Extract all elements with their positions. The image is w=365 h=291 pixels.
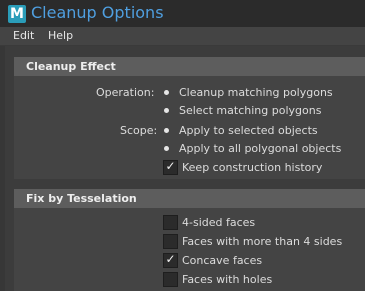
radio-dot-icon [164, 108, 169, 113]
app-icon-letter: M [10, 6, 24, 22]
menu-edit[interactable]: Edit [13, 29, 34, 42]
faces-more-than-4-label: Faces with more than 4 sides [182, 235, 343, 248]
operation-label: Operation: [96, 86, 155, 99]
keep-history-label: Keep construction history [182, 161, 323, 174]
radio-apply-all[interactable] [161, 143, 172, 154]
checkmark-icon: ✓ [165, 252, 176, 266]
faces-more-than-4-checkbox[interactable] [163, 234, 178, 249]
menu-bar: Edit Help [0, 27, 365, 46]
radio-cleanup-matching[interactable] [161, 87, 172, 98]
faces-with-holes-checkbox[interactable] [163, 272, 178, 287]
option-cleanup-matching-label: Cleanup matching polygons [179, 86, 333, 99]
fix-by-tesselation-title: Fix by Tesselation [26, 192, 137, 205]
left-strip [0, 46, 5, 291]
radio-apply-selected[interactable] [161, 125, 172, 136]
option-select-matching-label: Select matching polygons [179, 104, 322, 117]
radio-dot-icon [164, 90, 169, 95]
scope-label: Scope: [120, 124, 158, 137]
concave-faces-label: Concave faces [182, 254, 263, 267]
options-content: Cleanup Effect Operation: Cleanup matchi… [0, 46, 365, 291]
cleanup-effect-header[interactable]: Cleanup Effect [14, 57, 365, 76]
radio-dot-icon [164, 128, 169, 133]
window-title: Cleanup Options [31, 3, 164, 22]
four-sided-faces-label: 4-sided faces [182, 216, 256, 229]
title-bar: M Cleanup Options [0, 0, 365, 27]
checkmark-icon: ✓ [165, 159, 176, 173]
faces-with-holes-label: Faces with holes [182, 273, 273, 286]
concave-faces-checkbox[interactable]: ✓ [163, 252, 178, 268]
maya-app-icon: M [8, 5, 26, 23]
option-apply-selected-label: Apply to selected objects [179, 124, 318, 137]
menu-help[interactable]: Help [48, 29, 73, 42]
fix-by-tesselation-header[interactable]: Fix by Tesselation [14, 189, 365, 208]
radio-select-matching[interactable] [161, 105, 172, 116]
radio-dot-icon [164, 146, 169, 151]
option-apply-all-label: Apply to all polygonal objects [179, 142, 342, 155]
four-sided-faces-checkbox[interactable] [163, 215, 178, 230]
keep-history-checkbox[interactable]: ✓ [163, 159, 178, 175]
cleanup-effect-title: Cleanup Effect [26, 60, 116, 73]
